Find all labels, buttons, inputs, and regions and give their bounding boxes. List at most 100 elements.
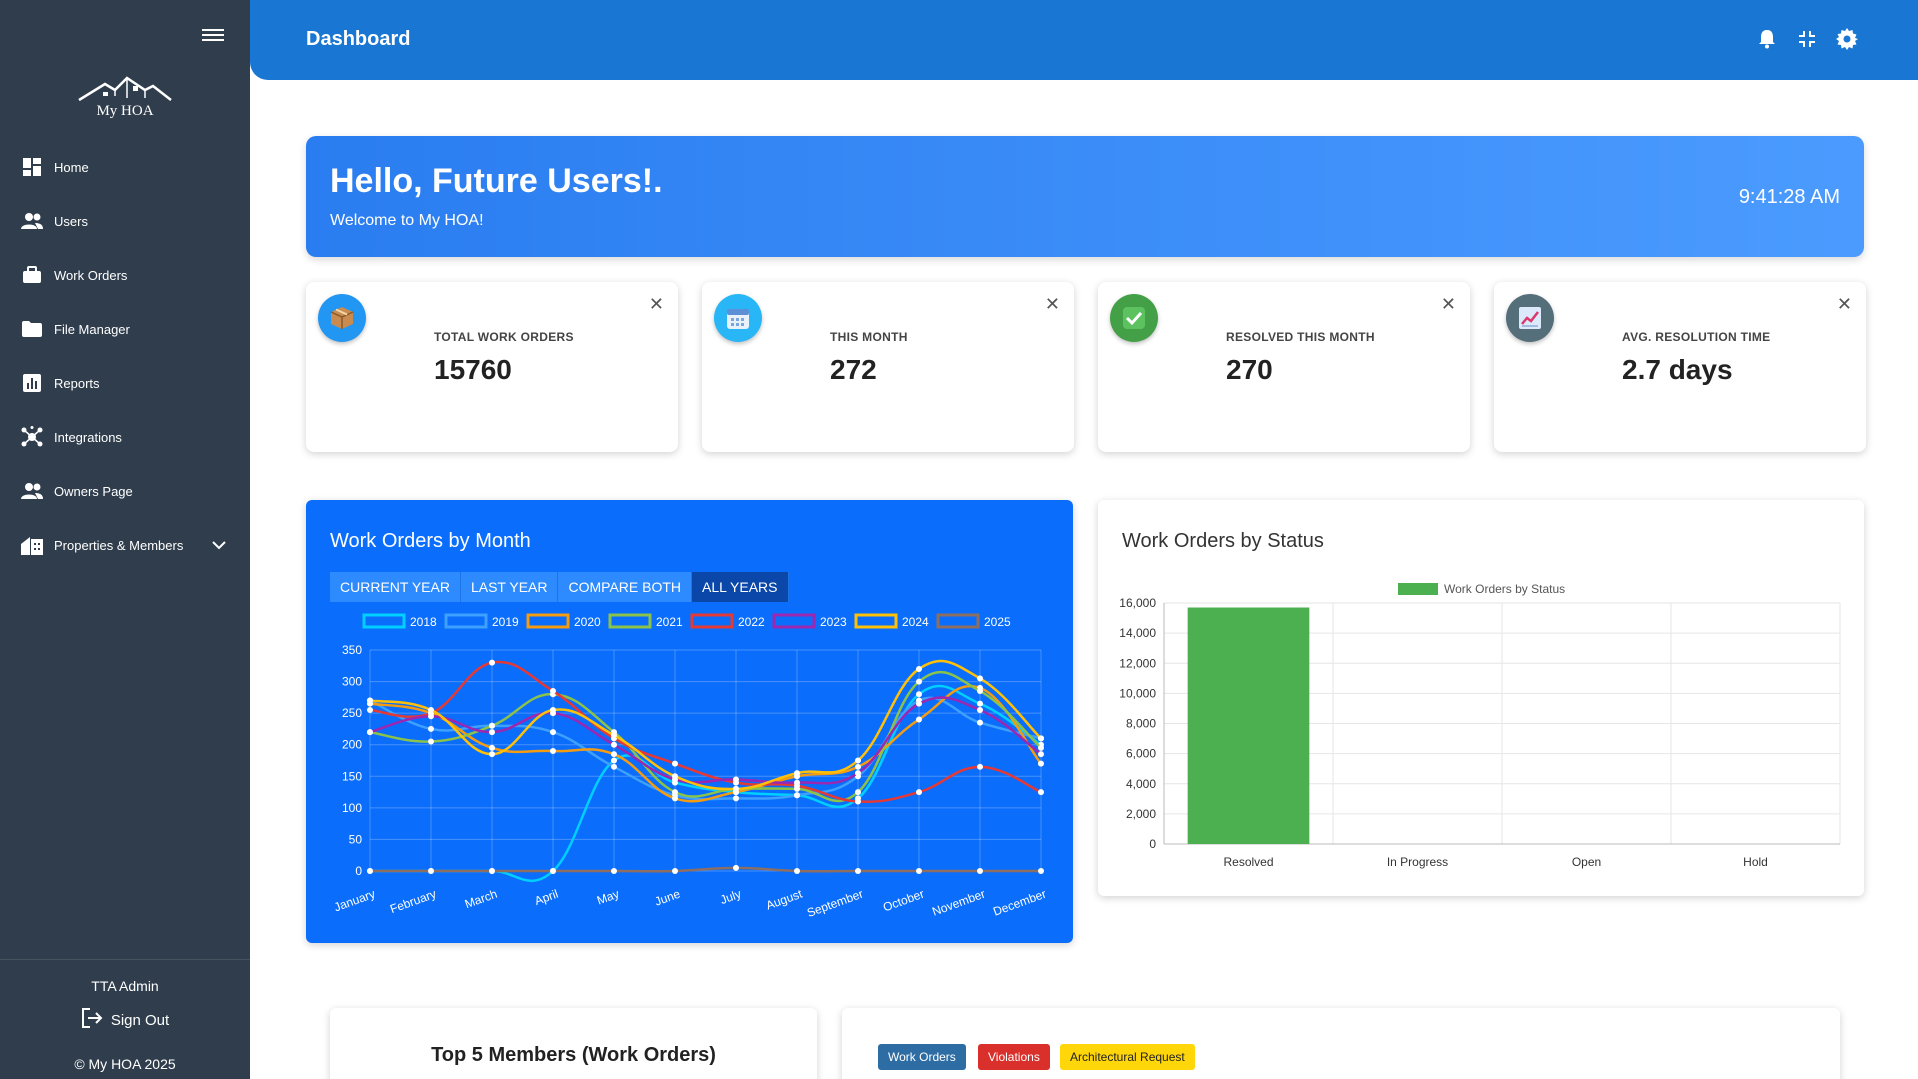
- sidebar-item-label: Users: [54, 213, 88, 229]
- data-point: [611, 868, 617, 874]
- data-point: [672, 868, 678, 874]
- app-logo[interactable]: My HOA: [75, 72, 175, 119]
- data-point: [550, 706, 556, 713]
- legend-swatch: [772, 613, 816, 629]
- sidebar-item-label: File Manager: [54, 321, 130, 337]
- legend-swatch: [362, 613, 406, 629]
- sidebar-item-properties-members[interactable]: Properties & Members: [0, 518, 250, 572]
- sidebar-item-work-orders[interactable]: Work Orders: [0, 248, 250, 302]
- copyright: © My HOA 2025: [74, 1056, 176, 1072]
- legend-item: 2022: [690, 613, 765, 629]
- x-tick-label: April: [533, 887, 560, 908]
- y-tick-label: 150: [342, 769, 362, 783]
- work-orders-filter-button[interactable]: Work Orders: [878, 1044, 966, 1070]
- x-tick-label: October: [881, 887, 926, 915]
- data-point: [855, 763, 861, 770]
- gear-icon[interactable]: [1836, 28, 1858, 50]
- data-point: [489, 722, 495, 729]
- legend-swatch: [526, 613, 570, 629]
- data-point: [794, 868, 800, 874]
- sidebar-item-integrations[interactable]: Integrations: [0, 410, 250, 464]
- stat-label: TOTAL WORK ORDERS: [434, 330, 574, 344]
- architectural-request-filter-button[interactable]: Architectural Request: [1060, 1044, 1195, 1070]
- welcome-banner: Hello, Future Users!. Welcome to My HOA!…: [306, 136, 1864, 257]
- data-point: [367, 697, 373, 704]
- legend-swatch: [444, 613, 488, 629]
- clock: 9:41:28 AM: [1738, 186, 1840, 208]
- line-chart: 2018 2019 2020 2021 2022 2023 2024 2025 0 50 100 15…: [332, 613, 1048, 920]
- work-orders-by-month-card: Work Orders by Month CURRENT YEAR LAST Y…: [306, 500, 1073, 943]
- sidebar-item-owners-page[interactable]: Owners Page: [0, 464, 250, 518]
- close-icon[interactable]: ✕: [1045, 294, 1060, 315]
- tab-last-year[interactable]: LAST YEAR: [460, 572, 559, 602]
- legend-label: 2020: [574, 615, 601, 629]
- top-members-title: Top 5 Members (Work Orders): [431, 1044, 716, 1066]
- close-icon[interactable]: ✕: [649, 294, 664, 315]
- y-tick-label: 8,000: [1126, 717, 1156, 731]
- briefcase-icon: [20, 263, 44, 287]
- data-point: [977, 763, 983, 770]
- tab-all-years[interactable]: ALL YEARS: [692, 572, 789, 602]
- y-tick-label: 50: [349, 832, 363, 846]
- data-point: [611, 763, 617, 770]
- y-tick-label: 12,000: [1119, 656, 1156, 670]
- welcome-subtitle: Welcome to My HOA!: [330, 212, 484, 229]
- data-point: [733, 795, 739, 802]
- data-point: [916, 665, 922, 672]
- sidebar-item-reports[interactable]: Reports: [0, 356, 250, 410]
- header-actions: [1756, 28, 1858, 50]
- stat-value: 2.7 days: [1622, 354, 1733, 385]
- data-point: [428, 738, 434, 745]
- sign-out-button[interactable]: Sign Out: [0, 1008, 250, 1032]
- house-logo-icon: [78, 76, 172, 102]
- requests-card: Work Orders Violations Architectural Req…: [842, 1008, 1840, 1079]
- x-tick-label: Open: [1572, 855, 1601, 869]
- x-tick-label: May: [595, 887, 621, 908]
- data-point: [733, 776, 739, 783]
- x-tick-label: June: [653, 887, 683, 909]
- sidebar-item-users[interactable]: Users: [0, 194, 250, 248]
- legend-item: 2024: [854, 613, 929, 629]
- data-point: [611, 741, 617, 748]
- data-point: [855, 757, 861, 764]
- legend-label: 2025: [984, 615, 1011, 629]
- data-point: [672, 795, 678, 802]
- data-point: [977, 688, 983, 695]
- sidebar-item-file-manager[interactable]: File Manager: [0, 302, 250, 356]
- x-tick-label: February: [388, 887, 438, 917]
- house-icon: [20, 533, 44, 557]
- bell-icon[interactable]: [1756, 28, 1778, 50]
- data-point: [611, 757, 617, 764]
- close-icon[interactable]: ✕: [1441, 294, 1456, 315]
- data-point: [916, 789, 922, 796]
- menu-toggle-icon[interactable]: [202, 26, 224, 44]
- sidebar-item-home[interactable]: Home: [0, 140, 250, 194]
- sidebar: My HOA Home Users Work Orders File Manag…: [0, 0, 250, 1079]
- greeting-heading: Hello, Future Users!.: [330, 162, 663, 200]
- work-orders-by-status-card: Work Orders by Status Work Orders by Sta…: [1098, 500, 1864, 896]
- top-header: Dashboard: [250, 0, 1918, 80]
- x-tick-label: September: [805, 887, 865, 920]
- close-icon[interactable]: ✕: [1837, 294, 1852, 315]
- y-tick-label: 10,000: [1119, 686, 1156, 700]
- data-point: [489, 729, 495, 736]
- legend-label: 2023: [820, 615, 847, 629]
- tab-compare-both[interactable]: COMPARE BOTH: [558, 572, 693, 602]
- user-name: TTA Admin: [91, 978, 159, 994]
- legend-item: Work Orders by Status: [1398, 582, 1565, 596]
- fullscreen-exit-icon[interactable]: [1796, 28, 1818, 50]
- sidebar-nav: Home Users Work Orders File Manager Repo…: [0, 140, 250, 572]
- data-point: [977, 868, 983, 874]
- tab-current-year[interactable]: CURRENT YEAR: [330, 572, 461, 602]
- violations-filter-button[interactable]: Violations: [978, 1044, 1050, 1070]
- y-tick-label: 250: [342, 706, 362, 720]
- stat-card-total-work-orders: ✕ TOTAL WORK ORDERS 15760: [306, 282, 678, 452]
- y-tick-label: 6,000: [1126, 747, 1156, 761]
- chevron-down-icon[interactable]: [212, 537, 226, 553]
- data-point: [794, 779, 800, 786]
- sidebar-footer: TTA Admin Sign Out © My HOA 2025: [0, 959, 250, 1072]
- data-point: [428, 713, 434, 720]
- logo-text: My HOA: [96, 103, 154, 119]
- chart-title: Work Orders by Status: [1122, 530, 1324, 552]
- data-point: [367, 868, 373, 874]
